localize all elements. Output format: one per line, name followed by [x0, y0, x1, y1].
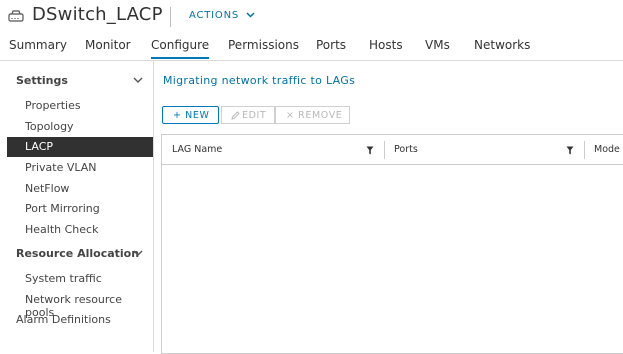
lag-table: LAG Name Ports Mode — [161, 134, 623, 354]
chevron-down-icon — [246, 12, 255, 18]
page-title: DSwitch_LACP — [32, 4, 163, 25]
section-title: Migrating network traffic to LAGs — [163, 74, 356, 87]
sidebar-item-netflow[interactable]: NetFlow — [25, 182, 69, 195]
distributed-switch-icon — [8, 10, 24, 22]
pencil-icon — [231, 111, 240, 120]
header-divider — [170, 7, 171, 27]
tab-bar: Summary Monitor Configure Permissions Po… — [0, 38, 623, 61]
sidebar-item-health-check[interactable]: Health Check — [25, 223, 98, 236]
chevron-down-icon[interactable] — [133, 250, 143, 257]
tab-vms[interactable]: VMs — [425, 38, 450, 59]
column-header-lag-name[interactable]: LAG Name — [172, 144, 222, 155]
column-header-mode[interactable]: Mode — [594, 144, 620, 155]
sidebar-item-properties[interactable]: Properties — [25, 99, 81, 112]
tab-monitor[interactable]: Monitor — [85, 38, 131, 59]
tab-summary[interactable]: Summary — [9, 38, 67, 59]
chevron-down-icon[interactable] — [133, 77, 143, 84]
main-content: Migrating network traffic to LAGs + NEW … — [154, 61, 623, 354]
tab-networks[interactable]: Networks — [474, 38, 530, 59]
table-header: LAG Name Ports Mode — [162, 135, 623, 165]
filter-icon[interactable] — [366, 146, 374, 155]
edit-button[interactable]: EDIT — [221, 106, 275, 124]
tab-configure[interactable]: Configure — [151, 38, 210, 59]
filter-icon[interactable] — [566, 146, 574, 155]
sidebar-item-alarm-definitions[interactable]: Alarm Definitions — [16, 313, 111, 326]
sidebar: Settings Properties Topology LACP Privat… — [0, 61, 154, 352]
sidebar-item-port-mirroring[interactable]: Port Mirroring — [25, 202, 100, 215]
edit-button-label: EDIT — [242, 110, 267, 121]
remove-button[interactable]: × REMOVE — [275, 106, 350, 124]
tab-permissions[interactable]: Permissions — [228, 38, 299, 59]
sidebar-item-topology[interactable]: Topology — [25, 120, 74, 133]
column-divider[interactable] — [584, 141, 585, 159]
sidebar-item-lacp[interactable]: LACP — [7, 137, 153, 157]
sidebar-item-label: LACP — [25, 140, 54, 153]
actions-label: ACTIONS — [189, 10, 240, 21]
tab-ports[interactable]: Ports — [316, 38, 346, 59]
tab-hosts[interactable]: Hosts — [369, 38, 403, 59]
column-header-ports[interactable]: Ports — [394, 144, 418, 155]
remove-button-label: × REMOVE — [286, 110, 343, 121]
sidebar-item-system-traffic[interactable]: System traffic — [25, 272, 102, 285]
sidebar-section-resource-allocation[interactable]: Resource Allocation — [16, 247, 139, 260]
new-button[interactable]: + NEW — [162, 106, 219, 124]
header: DSwitch_LACP ACTIONS — [0, 0, 623, 36]
column-divider[interactable] — [384, 141, 385, 159]
new-button-label: + NEW — [173, 110, 210, 121]
sidebar-section-settings[interactable]: Settings — [16, 74, 68, 87]
actions-menu-button[interactable]: ACTIONS — [189, 10, 255, 21]
sidebar-item-private-vlan[interactable]: Private VLAN — [25, 161, 97, 174]
